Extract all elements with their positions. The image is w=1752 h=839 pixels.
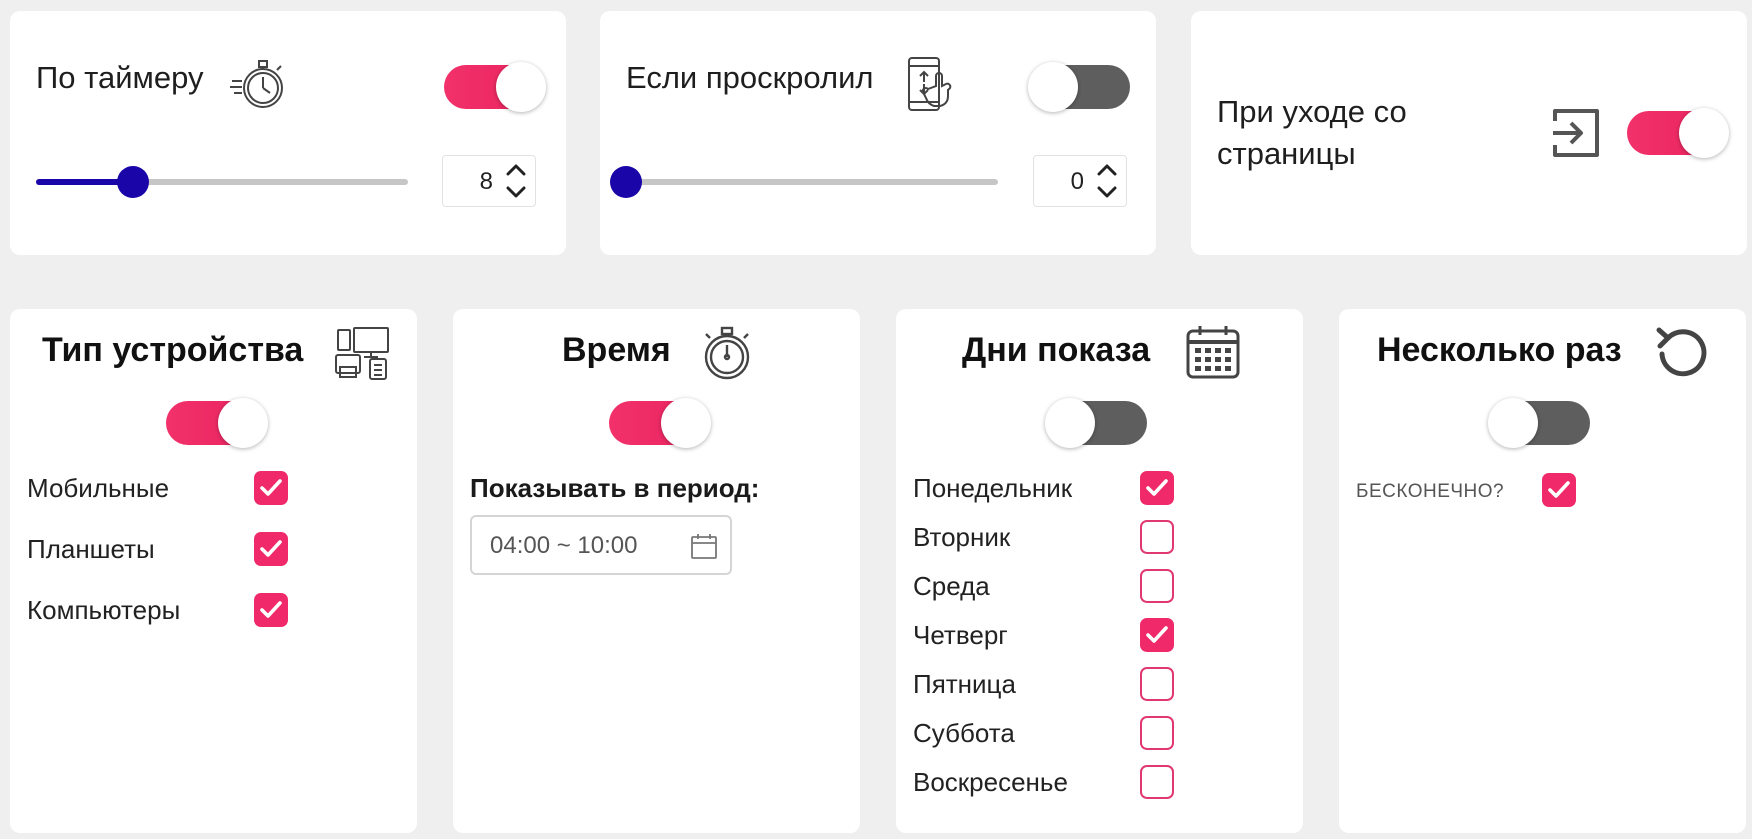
exit-trigger-label-line2: страницы — [1217, 135, 1356, 171]
device-option-checkbox[interactable] — [254, 532, 288, 566]
day-option-checkbox[interactable] — [1140, 765, 1174, 799]
device-option-checkbox[interactable] — [254, 593, 288, 627]
toggle-knob — [1028, 62, 1078, 112]
timer-value-stepper[interactable]: 8 — [442, 155, 536, 207]
infinite-checkbox[interactable] — [1542, 473, 1576, 507]
timer-slider[interactable] — [36, 166, 408, 198]
timer-value: 8 — [479, 168, 493, 195]
period-label: Показывать в период: — [470, 473, 760, 503]
exit-trigger-label-line1: При уходе со — [1217, 94, 1407, 129]
day-option-checkbox[interactable] — [1140, 667, 1174, 701]
exit-icon — [1549, 107, 1603, 166]
toggle-knob — [1679, 108, 1729, 158]
time-toggle[interactable] — [609, 398, 711, 448]
timer-trigger-card: По таймеру 8 — [10, 11, 566, 255]
exit-trigger-label: При уходе со страницы — [1217, 91, 1407, 175]
device-option-label: Мобильные — [27, 473, 170, 503]
toggle-knob — [218, 398, 268, 448]
stopwatch-icon — [702, 325, 752, 386]
day-option-checkbox[interactable] — [1140, 716, 1174, 750]
scroll-slider-thumb[interactable] — [610, 166, 642, 198]
toggle-knob — [496, 62, 546, 112]
time-title: Время — [562, 331, 671, 369]
time-period-picker[interactable]: 04:00 ~ 10:00 — [470, 515, 732, 575]
device-type-title: Тип устройства — [42, 331, 304, 369]
device-type-card: Тип устройства Мобильные Планшеты Компьюте… — [10, 309, 417, 833]
toggle-knob — [1488, 398, 1538, 448]
scroll-value-stepper[interactable]: 0 — [1033, 155, 1127, 207]
exit-trigger-card: При уходе со страницы — [1191, 11, 1747, 255]
timer-toggle[interactable] — [444, 62, 546, 112]
infinite-label: БЕСКОНЕЧНО? — [1356, 481, 1505, 502]
show-days-toggle[interactable] — [1045, 398, 1147, 448]
day-option-checkbox[interactable] — [1140, 618, 1174, 652]
time-period-value: 04:00 ~ 10:00 — [490, 532, 638, 559]
day-option-label: Суббота — [913, 718, 1015, 748]
time-card: Время Показывать в период: 04:00 ~ 10:00 — [453, 309, 860, 833]
devices-icon — [334, 325, 390, 386]
refresh-icon — [1654, 324, 1710, 385]
show-days-title: Дни показа — [962, 331, 1151, 369]
scroll-toggle[interactable] — [1028, 62, 1130, 112]
timer-trigger-label: По таймеру — [36, 60, 204, 95]
stepper-arrows-icon[interactable] — [1094, 160, 1120, 202]
day-option-label: Понедельник — [913, 473, 1073, 503]
repeat-title: Несколько раз — [1377, 331, 1622, 369]
day-option-label: Четверг — [913, 620, 1008, 650]
day-option-label: Вторник — [913, 522, 1011, 552]
day-option-checkbox[interactable] — [1140, 471, 1174, 505]
show-days-card: Дни показа Понедельник Вторник Среда Четвер… — [896, 309, 1303, 833]
day-option-label: Пятница — [913, 669, 1016, 699]
scroll-trigger-label: Если проскролил — [626, 60, 874, 95]
calendar-icon — [1185, 324, 1241, 385]
scroll-value: 0 — [1070, 168, 1084, 195]
timer-slider-thumb[interactable] — [116, 166, 149, 198]
day-option-checkbox[interactable] — [1140, 569, 1174, 603]
repeat-card: Несколько раз БЕСКОНЕЧНО? — [1339, 309, 1746, 833]
scroll-slider[interactable] — [610, 166, 998, 198]
day-option-label: Среда — [913, 571, 990, 601]
device-option-checkbox[interactable] — [254, 471, 288, 505]
stepper-arrows-icon[interactable] — [503, 160, 529, 202]
day-option-label: Воскресенье — [913, 767, 1068, 797]
toggle-knob — [661, 398, 711, 448]
day-option-checkbox[interactable] — [1140, 520, 1174, 554]
repeat-toggle[interactable] — [1488, 398, 1590, 448]
phone-scroll-icon — [906, 56, 962, 119]
calendar-small-icon — [690, 532, 718, 565]
device-option-label: Планшеты — [27, 534, 155, 564]
stopwatch-fast-icon — [230, 55, 288, 118]
exit-toggle[interactable] — [1627, 108, 1729, 158]
toggle-knob — [1045, 398, 1095, 448]
device-type-toggle[interactable] — [166, 398, 268, 448]
scroll-trigger-card: Если проскролил 0 — [600, 11, 1156, 255]
device-option-label: Компьютеры — [27, 595, 181, 625]
